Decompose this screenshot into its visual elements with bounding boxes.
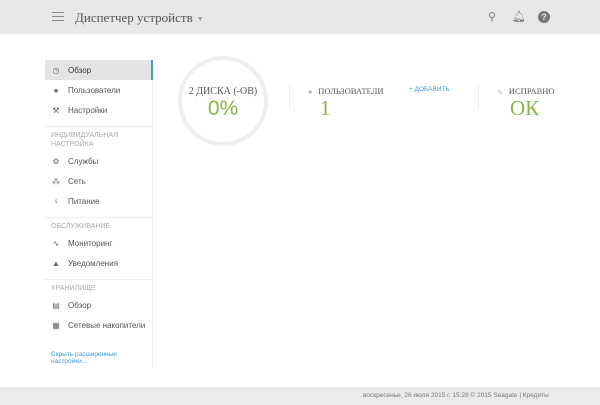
sidebar-item-power[interactable]: ♀ Питание [45, 191, 152, 211]
label: Обзор [68, 65, 92, 75]
label: Обзор [68, 300, 92, 310]
label: Сеть [68, 176, 86, 186]
label: Службы [68, 156, 99, 166]
hide-advanced-settings-link[interactable]: Скрыть расширенные настройки... [45, 351, 152, 365]
footer: воскресенье, 26 июля 2015 г. 15:28 © 201… [0, 387, 600, 405]
pulse-icon: ∿ [497, 88, 503, 96]
sidebar-item-overview[interactable]: ◷ Обзор [45, 60, 153, 80]
label: Мониторинг [68, 238, 113, 248]
divider [478, 84, 479, 110]
page-title: Диспетчер устройств [75, 10, 193, 25]
section-storage: ХРАНИЛИЩЕ [51, 285, 96, 292]
disks-value: 0% [207, 97, 239, 120]
label: Пользователи [68, 85, 121, 95]
divider [45, 126, 152, 127]
help-icon[interactable]: ? [538, 11, 550, 23]
dashboard-icon: ◷ [52, 65, 60, 75]
divider [45, 279, 152, 280]
sidebar-item-settings[interactable]: ⚒ Настройки [45, 100, 152, 120]
bell-icon[interactable]: 🔔︎ [512, 11, 526, 23]
label: Настройки [68, 105, 108, 115]
nas-icon: ▦ [52, 320, 60, 330]
disk-usage[interactable]: 2 ДИСКА (-ОВ) 0% [178, 86, 268, 121]
device-manager-dropdown[interactable]: Диспетчер устройств ▼ [75, 10, 204, 26]
gear-icon: ⚙ [52, 156, 60, 166]
sidebar-item-network[interactable]: ⁂ Сеть [45, 171, 152, 191]
sidebar-item-users[interactable]: ● Пользователи [45, 80, 152, 100]
users-stat: ● ПОЛЬЗОВАТЕЛИ [308, 86, 384, 96]
user-icon: ● [53, 85, 59, 95]
health-stat: ∿ ИСПРАВНО [497, 86, 555, 96]
sidebar-item-services[interactable]: ⚙ Службы [45, 151, 152, 171]
sidebar-item-storage-overview[interactable]: ▤ Обзор [45, 295, 152, 315]
sidebar-item-notifications[interactable]: ▲ Уведомления [45, 253, 152, 273]
chevron-down-icon: ▼ [196, 15, 204, 24]
label: Сетевые накопители [68, 320, 146, 330]
bell-icon: ▲ [52, 258, 60, 268]
pulse-icon: ∿ [52, 238, 60, 248]
footer-text: воскресенье, 26 июля 2015 г. 15:28 © 201… [363, 392, 549, 399]
label: Питание [68, 196, 100, 206]
bulb-icon: ♀ [53, 196, 59, 206]
header: Диспетчер устройств ▼ ⚲ 🔔︎ ? [0, 0, 600, 34]
users-value: 1 [320, 96, 331, 120]
search-icon[interactable]: ⚲ [486, 11, 498, 23]
sidebar: ◷ Обзор ● Пользователи ⚒ Настройки ИНДИВИДУ… [45, 60, 153, 368]
label: Уведомления [68, 258, 119, 268]
wrench-icon: ⚒ [52, 105, 60, 115]
network-icon: ⁂ [52, 176, 60, 186]
users-label: ПОЛЬЗОВАТЕЛИ [318, 86, 384, 96]
storage-icon: ▤ [52, 300, 60, 310]
add-user-button[interactable]: + ДОБАВИТЬ [409, 86, 450, 93]
menu-icon[interactable] [52, 10, 64, 22]
user-icon: ● [308, 88, 313, 96]
divider [45, 217, 152, 218]
section-maintenance: ОБСЛУЖИВАНИЕ [51, 223, 111, 230]
sidebar-item-monitoring[interactable]: ∿ Мониторинг [45, 233, 152, 253]
health-label: ИСПРАВНО [508, 86, 555, 96]
sidebar-item-nas[interactable]: ▦ Сетевые накопители [45, 315, 152, 335]
section-custom: ИНДИВИДУАЛЬНАЯ НАСТРОЙКА [51, 132, 119, 148]
disks-label: 2 ДИСКА (-ОВ) [188, 86, 258, 97]
health-value: ОК [510, 96, 540, 120]
divider [289, 84, 290, 110]
